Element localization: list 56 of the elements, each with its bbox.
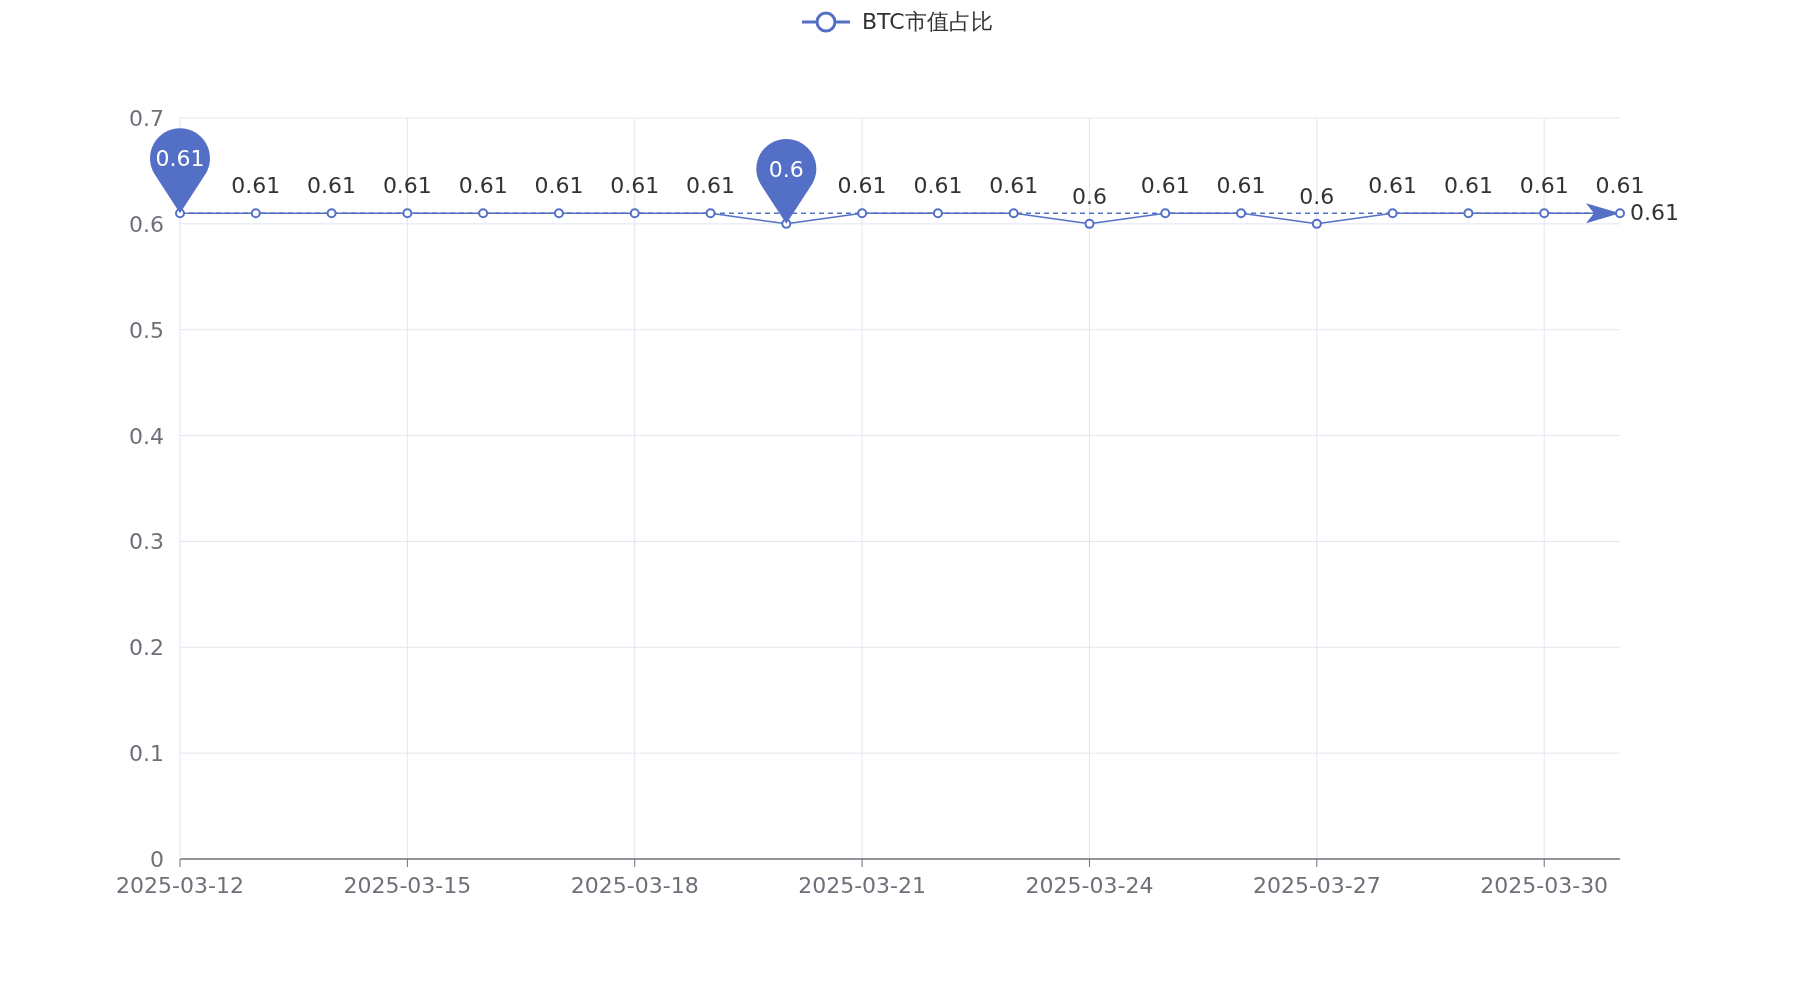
axis-label: 0 (150, 847, 164, 872)
data-point (1084, 218, 1095, 229)
data-point (1311, 218, 1322, 229)
pin-label: 0.6 (768, 156, 804, 182)
data-point (932, 208, 943, 219)
data-label: 0.6 (1071, 183, 1107, 209)
data-label: 0.61 (1216, 173, 1266, 199)
axis-label: 0.1 (129, 741, 164, 767)
data-point (402, 208, 413, 219)
data-point (857, 208, 868, 219)
axis-label: 2025-03-27 (1252, 873, 1381, 898)
legend-label: BTC市值占比 (862, 9, 993, 34)
data-point (1008, 208, 1019, 219)
data-point (1539, 208, 1550, 219)
data-label: 0.6 (1299, 183, 1335, 209)
axis-label: 0.6 (129, 211, 164, 237)
average-label: 0.61 (1630, 200, 1679, 226)
axis-label: 0.7 (129, 106, 164, 131)
pin-label: 0.61 (155, 146, 205, 172)
data-point (1387, 208, 1398, 219)
data-label: 0.61 (686, 173, 735, 199)
data-label: 0.61 (231, 173, 281, 199)
data-point (629, 208, 640, 219)
axis-label: 0.4 (129, 423, 164, 449)
data-label: 0.61 (534, 173, 584, 199)
data-point (1236, 208, 1247, 219)
data-label: 0.61 (382, 173, 432, 199)
axis-label: 2025-03-12 (116, 873, 244, 898)
data-label: 0.61 (1519, 173, 1569, 199)
data-point (705, 208, 716, 219)
data-label: 0.61 (1368, 173, 1418, 199)
data-label: 0.61 (1140, 173, 1190, 199)
axis-label: 2025-03-18 (570, 873, 699, 898)
axis-label: 0.3 (129, 529, 164, 555)
axis-label: 0.5 (129, 317, 164, 343)
data-point (1463, 208, 1474, 219)
data-point (326, 208, 337, 219)
data-label: 0.61 (1595, 173, 1645, 199)
legend-item[interactable]: BTC市值占比 (802, 9, 993, 34)
data-point (1615, 208, 1625, 219)
data-point (478, 208, 489, 219)
data-point (250, 208, 261, 219)
data-point (1160, 208, 1171, 219)
axis-label: 2025-03-24 (1025, 873, 1154, 898)
data-label: 0.61 (610, 173, 660, 199)
data-point (553, 208, 564, 219)
axis-label: 0.2 (129, 635, 164, 661)
axis-label: 2025-03-15 (343, 873, 472, 898)
data-label: 0.61 (913, 173, 963, 199)
data-label: 0.61 (989, 173, 1039, 199)
axis-label: 2025-03-30 (1480, 873, 1609, 898)
data-label: 0.61 (837, 173, 887, 199)
data-label: 0.61 (307, 173, 357, 199)
axis-label: 2025-03-21 (798, 873, 927, 898)
data-label: 0.61 (1443, 173, 1493, 199)
data-label: 0.61 (458, 173, 508, 199)
